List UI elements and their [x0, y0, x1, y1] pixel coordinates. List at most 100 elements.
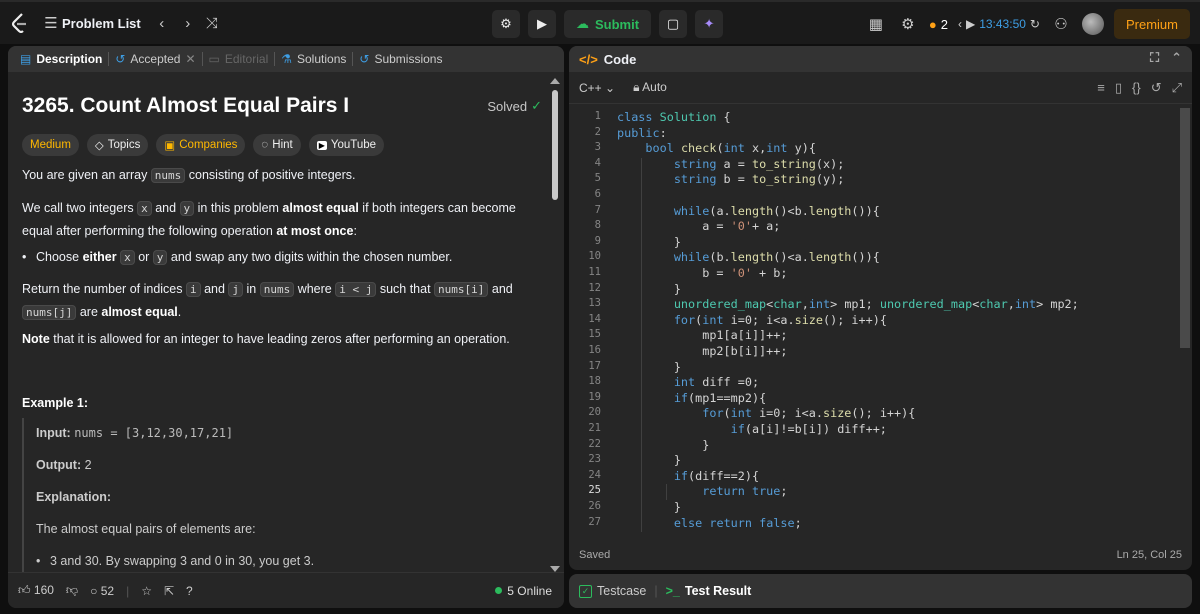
editor-scrollbar[interactable] [1180, 108, 1190, 348]
code-line[interactable]: return true; [617, 484, 787, 498]
streak-counter[interactable]: ● 2 [929, 17, 948, 32]
line-number: 24 [588, 468, 601, 481]
code-line[interactable]: int diff =0; [617, 375, 759, 389]
footer-divider: | [126, 583, 130, 598]
layout-icon[interactable]: ▦ [865, 15, 887, 33]
lightbulb-icon: ◌ [261, 139, 269, 151]
problem-list-link[interactable]: Problem List [62, 16, 141, 31]
mode-indicator[interactable]: 🔒︎ Auto [633, 80, 667, 95]
notes-icon[interactable]: ▢ [659, 10, 688, 38]
companies-chip[interactable]: ▣ Companies [156, 134, 246, 156]
bookmark-icon[interactable]: ▯ [1115, 80, 1122, 96]
tab-accepted[interactable]: ↺ Accepted ✕ [109, 46, 201, 72]
code-line[interactable]: while(a.length()<b.length()){ [617, 204, 880, 218]
code-line[interactable]: } [617, 282, 681, 296]
premium-button[interactable]: Premium [1113, 9, 1190, 39]
topics-chip[interactable]: ◇ Topics [86, 134, 149, 156]
editor-toolbar: C++ ⌄ 🔒︎ Auto ≡ ▯ {} ↺ ⤢ [569, 72, 1192, 104]
code-line[interactable]: if(mp1==mp2){ [617, 391, 766, 405]
line-number: 10 [588, 250, 601, 263]
tab-solutions[interactable]: ⚗ Solutions [275, 46, 352, 72]
fullscreen-icon[interactable]: ⛶ [1150, 50, 1159, 66]
share-icon[interactable]: ⇱ [164, 584, 174, 598]
collapse-icon[interactable]: ⌃ [1171, 50, 1182, 66]
history-icon: ↺ [359, 52, 370, 66]
reset-icon[interactable]: ↺ [1151, 80, 1162, 96]
code-line[interactable]: mp1[a[i]]++; [617, 328, 787, 342]
line-number: 16 [588, 344, 601, 356]
like-button[interactable]: 👍︎ 160 [18, 583, 54, 598]
prev-problem-icon[interactable]: ‹ [151, 15, 173, 32]
flask-icon: ⚗ [281, 52, 292, 66]
code-line[interactable]: if(diff==2){ [617, 469, 759, 483]
hint-chip[interactable]: ◌ Hint [253, 134, 301, 156]
description-paragraph-3: Return the number of indices i and j in … [22, 282, 513, 320]
code-line[interactable]: } [617, 235, 681, 249]
line-number: 21 [588, 422, 601, 434]
code-line[interactable]: unordered_map<char,int> mp1; unordered_m… [617, 297, 1079, 311]
code-line[interactable]: while(b.length()<a.length()){ [617, 250, 880, 264]
code-line[interactable]: } [617, 360, 681, 374]
tab-testcase[interactable]: ✓ Testcase [579, 584, 646, 598]
submit-button[interactable]: ☁ Submit [564, 10, 652, 38]
line-number: 13 [588, 297, 601, 310]
code-line[interactable]: for(int i=0; i<a.size(); i++){ [617, 313, 887, 327]
youtube-chip[interactable]: ▶ YouTube [308, 134, 385, 156]
dislike-icon[interactable]: 👎︎ [66, 583, 78, 598]
line-number: 7 [594, 203, 601, 216]
avatar[interactable] [1081, 13, 1104, 35]
tab-editorial[interactable]: ▭ Editorial [203, 46, 275, 72]
expand-icon[interactable]: ⤢ [1172, 80, 1182, 96]
code-editor[interactable]: 1 class Solution {2 public: 3 bool check(in… [569, 108, 1192, 538]
line-number: 22 [588, 437, 601, 450]
language-select[interactable]: C++ ⌄ [579, 81, 615, 95]
line-number: 4 [594, 156, 601, 169]
checkbox-icon: ✓ [579, 584, 592, 598]
description-footer: 👍︎ 160 👎︎ ○ 52 | ☆ ⇱ ? 5 Online [8, 572, 564, 608]
next-problem-icon[interactable]: › [177, 15, 199, 32]
problem-title[interactable]: 3265. Count Almost Equal Pairs I [22, 94, 349, 118]
line-number: 12 [588, 281, 601, 294]
tab-test-result[interactable]: >_ Test Result [666, 584, 752, 598]
format-icon[interactable]: ≡ [1097, 80, 1105, 96]
run-button[interactable]: ▶ [528, 10, 556, 38]
star-icon[interactable]: ☆ [141, 584, 152, 598]
debug-icon[interactable]: ⚙ [492, 10, 520, 38]
braces-icon[interactable]: {} [1132, 80, 1141, 96]
tab-divider: | [654, 584, 658, 598]
code-line[interactable]: bool check(int x,int y){ [617, 141, 816, 155]
code-line[interactable]: for(int i=0; i<a.size(); i++){ [617, 406, 915, 420]
comments-button[interactable]: ○ 52 [90, 584, 114, 598]
tab-submissions[interactable]: ↺ Submissions [353, 46, 448, 72]
tab-description[interactable]: ▤ Description [14, 46, 108, 72]
help-icon[interactable]: ? [186, 584, 193, 598]
cloud-upload-icon: ☁ [576, 16, 589, 31]
line-number: 3 [594, 141, 601, 154]
line-number: 9 [594, 234, 601, 247]
code-line[interactable]: if(a[i]!=b[i]) diff++; [617, 422, 887, 436]
leetcode-logo-icon[interactable] [0, 1, 40, 45]
list-icon[interactable]: ☰ [40, 14, 62, 32]
code-line[interactable]: string a = to_string(x); [617, 157, 844, 171]
code-line[interactable]: } [617, 453, 681, 467]
code-line[interactable]: } [617, 438, 709, 452]
shuffle-icon[interactable]: ⤨ [201, 15, 223, 32]
code-line[interactable]: b = '0' + b; [617, 266, 787, 280]
code-line[interactable]: public: [617, 126, 667, 140]
comment-icon: ○ [90, 583, 98, 598]
timer[interactable]: ‹ ▶ 13:43:50 ↻ [958, 17, 1040, 31]
add-friend-icon[interactable]: ⚇ [1050, 15, 1072, 33]
timer-prev-icon: ‹ [957, 17, 962, 31]
code-line[interactable]: mp2[b[i]]++; [617, 344, 787, 358]
code-line[interactable]: else return false; [617, 516, 802, 530]
example-input: Input: nums = [3,12,30,17,21] [36, 426, 234, 440]
code-line[interactable]: } [617, 500, 681, 514]
settings-gear-icon[interactable]: ⚙ [897, 15, 919, 33]
sparkle-icon[interactable]: ✦ [695, 10, 724, 38]
code-line[interactable]: class Solution { [617, 110, 731, 124]
close-tab-icon[interactable]: ✕ [185, 52, 195, 66]
scroll-up-arrow[interactable] [550, 78, 560, 84]
description-scrollbar[interactable] [552, 90, 558, 200]
problem-content: 3265. Count Almost Equal Pairs I Solved … [22, 72, 542, 608]
code-line[interactable]: string b = to_string(y); [617, 172, 844, 186]
